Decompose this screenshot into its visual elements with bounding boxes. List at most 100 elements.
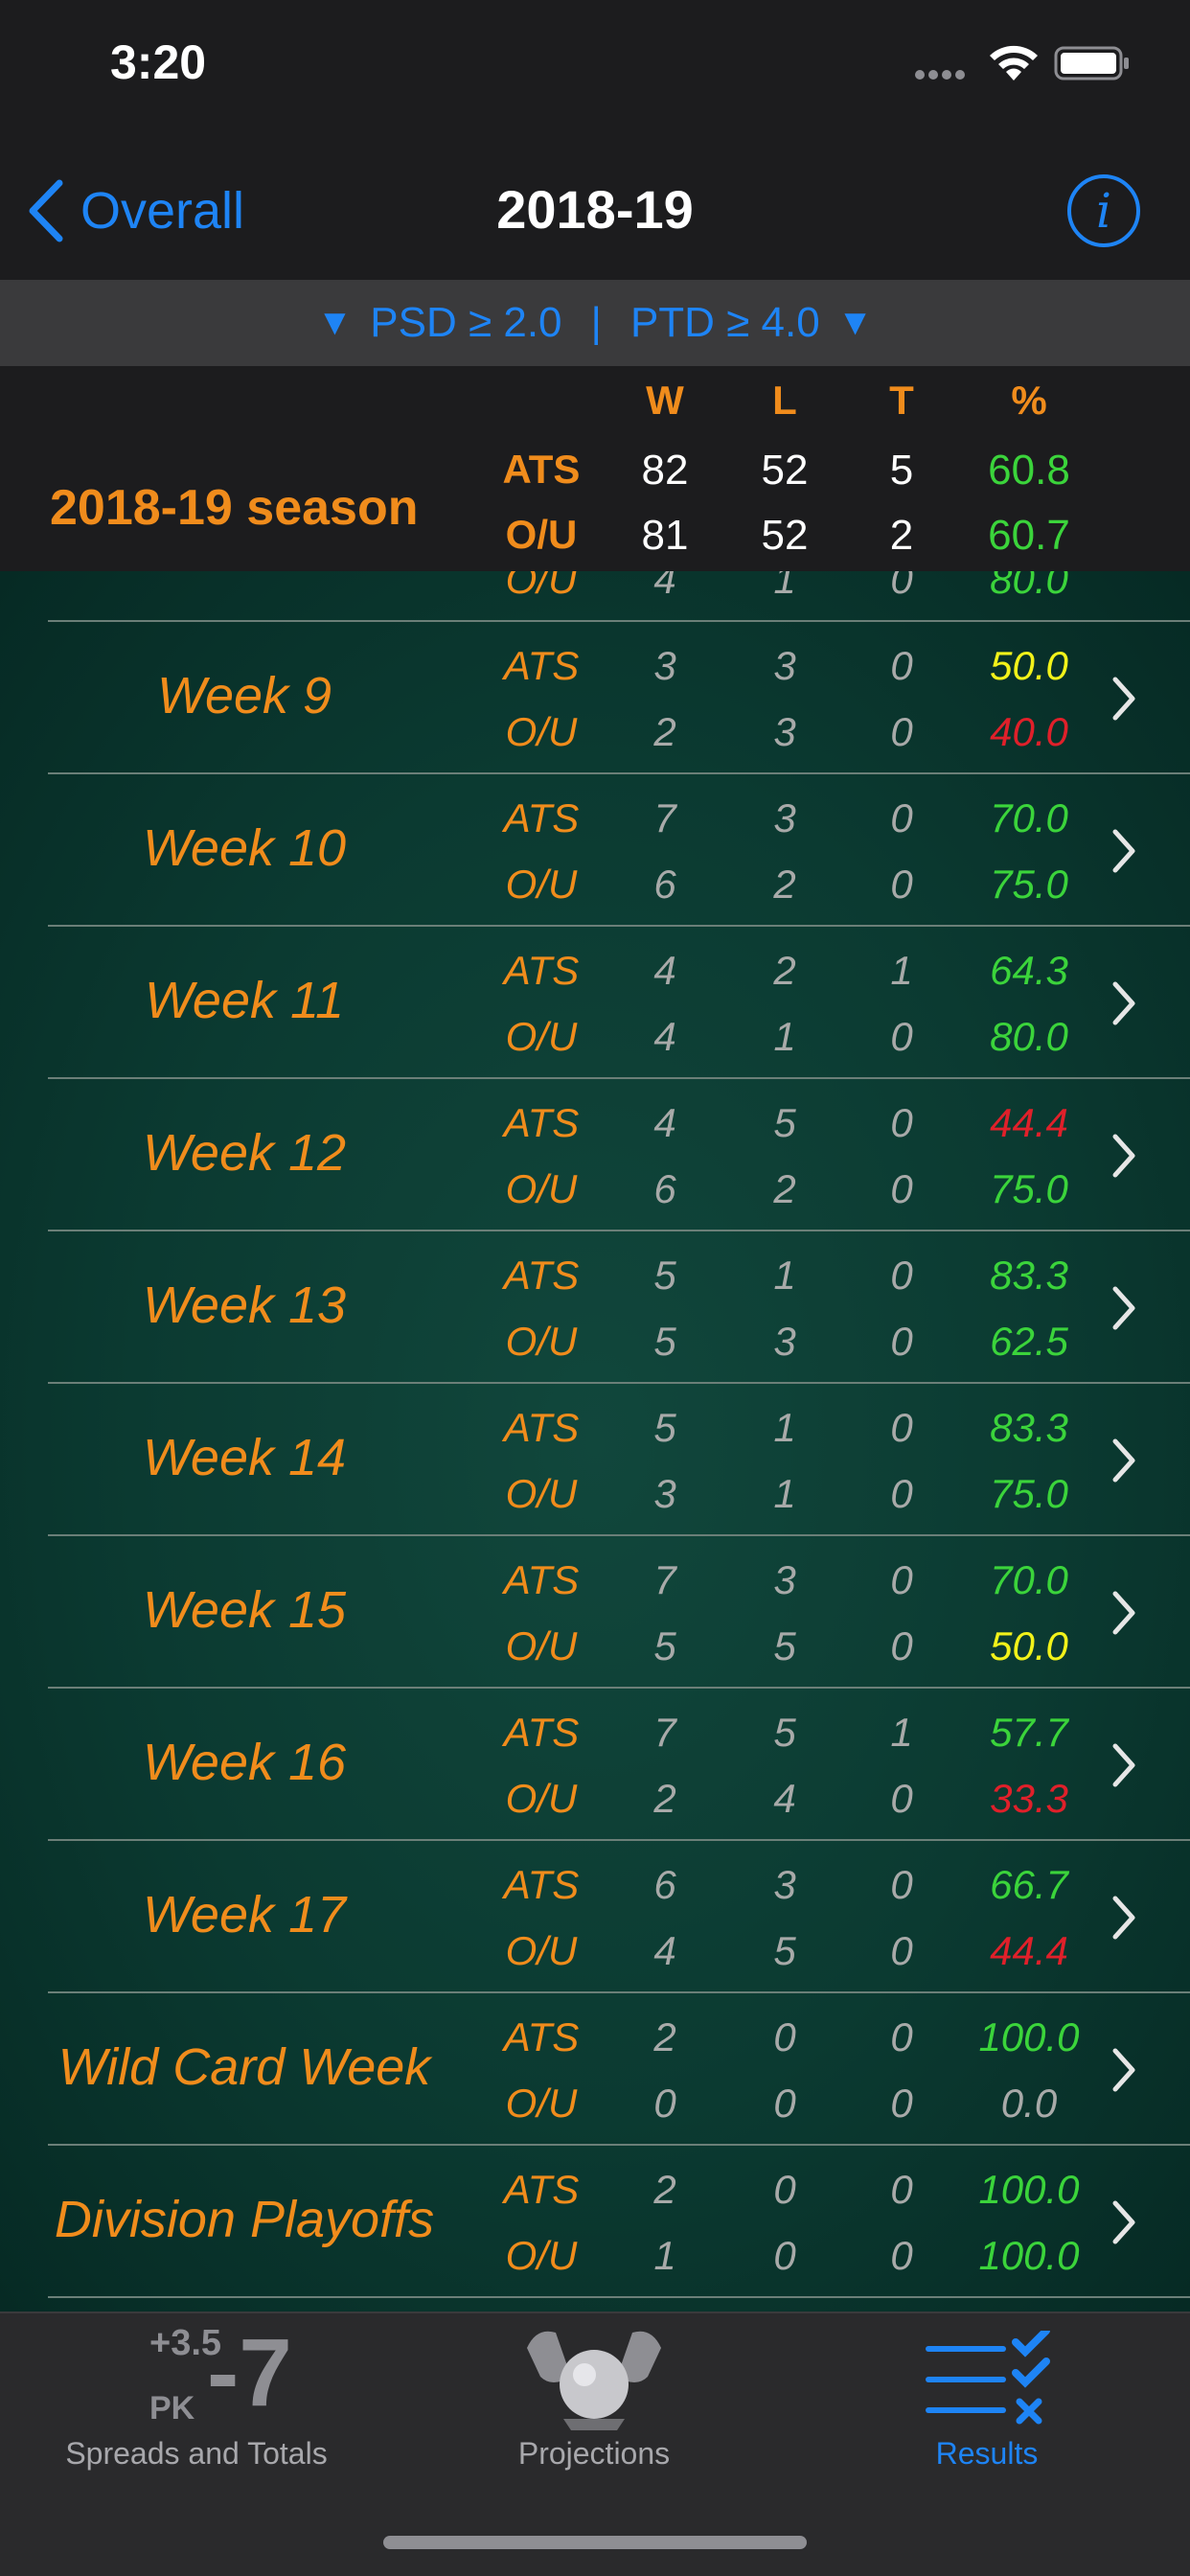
info-symbol: i: [1096, 183, 1111, 239]
week-label: Week 14: [142, 1429, 347, 1486]
ats-t-value: 0: [890, 1557, 913, 1602]
crystal-ball-icon: [527, 2331, 661, 2430]
psd-filter-label: PSD ≥ 2.0: [370, 299, 562, 346]
header-percent: %: [1011, 378, 1047, 423]
ats-percent-value: 70.0: [990, 795, 1068, 840]
back-button-label: Overall: [80, 182, 245, 240]
week-row[interactable]: Week 17 ATS 6 3 0 66.7 O/U 4 5 0 44.4: [0, 1841, 1190, 1993]
ats-w-value: 2: [653, 2014, 676, 2059]
week-row[interactable]: Week 13 ATS 5 1 0 83.3 O/U 5 3 0 62.5: [0, 1231, 1190, 1384]
week-row[interactable]: Week 15 ATS 7 3 0 70.0 O/U 5 5 0 50.0: [0, 1536, 1190, 1689]
week-row[interactable]: Week 14 ATS 5 1 0 83.3 O/U 3 1 0 75.0: [0, 1384, 1190, 1536]
ou-percent-value: 33.3: [990, 1776, 1068, 1821]
ats-t-value: 1: [890, 948, 913, 993]
ou-w-value: 4: [653, 1928, 676, 1973]
ou-l-value: 1: [773, 1471, 796, 1516]
ou-w-value: 6: [653, 862, 676, 907]
week-label: Wild Card Week: [57, 2038, 431, 2096]
ou-l-value: 3: [773, 709, 796, 754]
ou-t-value: 0: [890, 2233, 913, 2278]
ou-t-value: 0: [890, 1776, 913, 1821]
chevron-right-icon: [1112, 1743, 1135, 1787]
ats-type-label: ATS: [503, 1557, 580, 1602]
ou-l-value: 0: [773, 2233, 796, 2278]
week-row[interactable]: Week 9 ATS 3 3 0 50.0 O/U 2 3 0 40.0: [0, 622, 1190, 774]
weeks-list[interactable]: Week 8 ATS O/U 4 1 0 80.0 Week 9 ATS 3 3 0 50.0 O/U 2 3…: [0, 571, 1190, 2312]
ats-percent-value: 64.3: [990, 948, 1068, 993]
week-row[interactable]: Week 10 ATS 7 3 0 70.0 O/U 6 2 0 75.0: [0, 774, 1190, 927]
tab-spreads-and-totals[interactable]: +3.5 PK -7 Spreads and Totals: [29, 2313, 364, 2486]
ats-t-value: 1: [890, 1710, 913, 1755]
week-row[interactable]: Week 12 ATS 4 5 0 44.4 O/U 6 2 0 75.0: [0, 1079, 1190, 1231]
week-row[interactable]: Week 8ATSO/U41080.0: [0, 571, 1190, 622]
ou-t-value: 0: [890, 1928, 913, 1973]
header-losses: L: [772, 378, 797, 423]
week-label: Week 9: [156, 667, 332, 724]
ats-percent-value: 57.7: [990, 1710, 1068, 1755]
triangle-down-icon: ▼: [836, 302, 874, 343]
info-icon[interactable]: i: [1067, 174, 1140, 247]
tab-results[interactable]: Results: [843, 2313, 1131, 2486]
ou-l-value: 2: [773, 862, 796, 907]
ou-percent-value: 75.0: [990, 862, 1068, 907]
tab-label: Spreads and Totals: [65, 2436, 328, 2471]
ou-percent-value: 44.4: [990, 1928, 1068, 1973]
chevron-right-icon: [1112, 829, 1135, 873]
ou-type-label: O/U: [505, 862, 578, 907]
ou-w-value: 2: [653, 1776, 676, 1821]
ats-l-value: 5: [773, 1100, 796, 1145]
ou-t-value: 0: [890, 1319, 913, 1364]
ou-t-value: 0: [890, 862, 913, 907]
psd-filter-button[interactable]: ▼ PSD ≥ 2.0: [300, 299, 562, 347]
week-row[interactable]: Week 16 ATS 7 5 1 57.7 O/U 2 4 0 33.3: [0, 1689, 1190, 1841]
ats-l-value: 2: [773, 948, 796, 993]
week-label: Week 8: [0, 571, 489, 573]
week-row[interactable]: Week 11 ATS 4 2 1 64.3 O/U 4 1 0 80.0: [0, 927, 1190, 1079]
summary-ats-label: ATS: [502, 447, 581, 492]
ou-t-value: 0: [890, 1166, 913, 1211]
ou-t-value: 0: [890, 1014, 913, 1059]
battery-icon: [1054, 46, 1129, 80]
ou-type-label: O/U: [505, 1166, 578, 1211]
ou-percent-value: 80.0: [990, 571, 1068, 602]
row-divider: [48, 2296, 1190, 2298]
ou-percent-value: 100.0: [978, 2233, 1080, 2278]
status-bar: 3:20: [0, 0, 1190, 134]
chevron-right-icon: [1112, 1591, 1135, 1635]
chevron-right-icon: [1112, 981, 1135, 1025]
tab-projections[interactable]: Projections: [450, 2313, 738, 2486]
ou-type-label: O/U: [505, 1471, 578, 1516]
ou-percent-value: 50.0: [990, 1623, 1068, 1668]
ou-l-value: 5: [773, 1623, 796, 1668]
ats-l-value: 3: [773, 1862, 796, 1907]
triangle-down-icon: ▼: [316, 302, 354, 343]
ats-type-label: ATS: [503, 795, 580, 840]
back-button[interactable]: Overall: [25, 172, 244, 249]
ou-w-value: 4: [653, 571, 676, 602]
checklist-icon: [926, 2331, 1050, 2425]
ou-t-value: 0: [890, 1471, 913, 1516]
ou-l-value: 1: [773, 571, 796, 602]
ou-l-value: 1: [773, 1014, 796, 1059]
ou-percent-value: 80.0: [990, 1014, 1068, 1059]
week-row[interactable]: Wild Card Week ATS 2 0 0 100.0 O/U 0 0 0 0.0: [0, 1993, 1190, 2146]
ats-w-value: 4: [653, 1100, 676, 1145]
ats-type-label: ATS: [503, 1405, 580, 1450]
ats-t-value: 0: [890, 1862, 913, 1907]
ou-percent-value: 40.0: [990, 709, 1068, 754]
home-indicator[interactable]: [383, 2536, 807, 2549]
ou-t-value: 0: [890, 2081, 913, 2126]
ou-w-value: 5: [653, 1623, 676, 1668]
ou-t-value: 0: [890, 709, 913, 754]
ou-type-label: O/U: [505, 709, 578, 754]
ou-w-value: 4: [653, 1014, 676, 1059]
ats-w-value: 5: [653, 1253, 676, 1298]
week-label: Division Playoffs: [54, 2191, 435, 2248]
ptd-filter-button[interactable]: PTD ≥ 4.0 ▼: [630, 299, 890, 347]
summary-ou-wins: 81: [641, 512, 689, 559]
week-row[interactable]: Division Playoffs ATS 2 0 0 100.0 O/U 1 0 0 100.0: [0, 2146, 1190, 2298]
chevron-right-icon: [1112, 1896, 1135, 1940]
week-label: Week 13: [142, 1276, 347, 1334]
ou-w-value: 0: [653, 2081, 676, 2126]
navigation-bar: 2018-19 Overall i: [0, 134, 1190, 280]
